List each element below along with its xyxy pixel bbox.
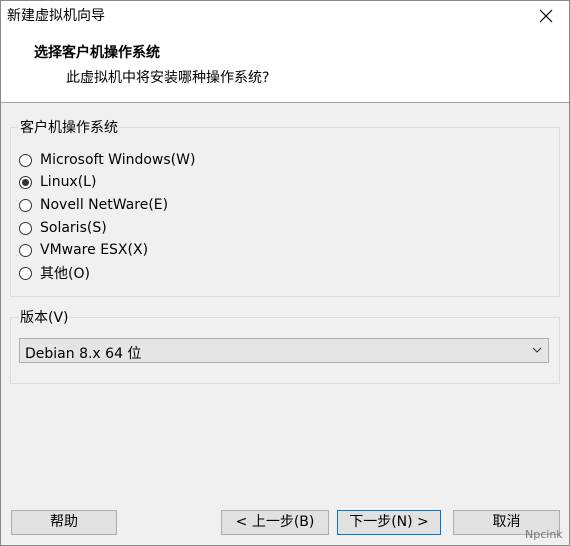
radio-button[interactable] — [19, 266, 32, 280]
next-button[interactable]: 下一步(N) > — [337, 510, 441, 535]
radio-button[interactable] — [19, 198, 32, 212]
radio-label: VMware ESX(X) — [40, 242, 149, 258]
watermark: Npcink — [525, 528, 563, 541]
version-group-label: 版本(V) — [19, 307, 70, 327]
radio-vmware-esx[interactable]: VMware ESX(X) — [19, 240, 148, 260]
version-selected-value: Debian 8.x 64 位 — [25, 346, 142, 362]
chevron-down-icon — [532, 347, 542, 353]
radio-button[interactable] — [19, 243, 32, 257]
radio-label: Microsoft Windows(W) — [40, 152, 196, 168]
radio-solaris[interactable]: Solaris(S) — [19, 218, 107, 238]
radio-label: Novell NetWare(E) — [40, 197, 169, 213]
radio-button[interactable] — [19, 153, 32, 167]
close-icon — [539, 9, 553, 23]
wizard-window: 新建虚拟机向导 选择客户机操作系统 此虚拟机中将安装哪种操作系统? 客户机操作系… — [0, 0, 570, 546]
help-button[interactable]: 帮助 — [11, 510, 117, 535]
radio-button[interactable] — [19, 221, 32, 235]
guest-os-group-label: 客户机操作系统 — [19, 117, 119, 137]
radio-button[interactable] — [19, 175, 32, 189]
radio-label: 其他(O) — [40, 266, 90, 282]
window-title: 新建虚拟机向导 — [7, 8, 105, 24]
back-button[interactable]: < 上一步(B) — [221, 510, 329, 535]
radio-label: Linux(L) — [40, 174, 97, 190]
radio-other[interactable]: 其他(O) — [19, 263, 90, 283]
radio-windows[interactable]: Microsoft Windows(W) — [19, 150, 195, 170]
version-dropdown[interactable]: Debian 8.x 64 位 — [19, 338, 549, 363]
close-button[interactable] — [523, 1, 569, 32]
radio-netware[interactable]: Novell NetWare(E) — [19, 195, 168, 215]
radio-label: Solaris(S) — [40, 220, 107, 236]
title-bar: 新建虚拟机向导 — [1, 1, 569, 32]
page-title: 选择客户机操作系统 — [34, 45, 160, 61]
radio-linux[interactable]: Linux(L) — [19, 172, 96, 192]
wizard-header: 选择客户机操作系统 此虚拟机中将安装哪种操作系统? — [1, 32, 569, 103]
page-subtitle: 此虚拟机中将安装哪种操作系统? — [66, 70, 270, 86]
